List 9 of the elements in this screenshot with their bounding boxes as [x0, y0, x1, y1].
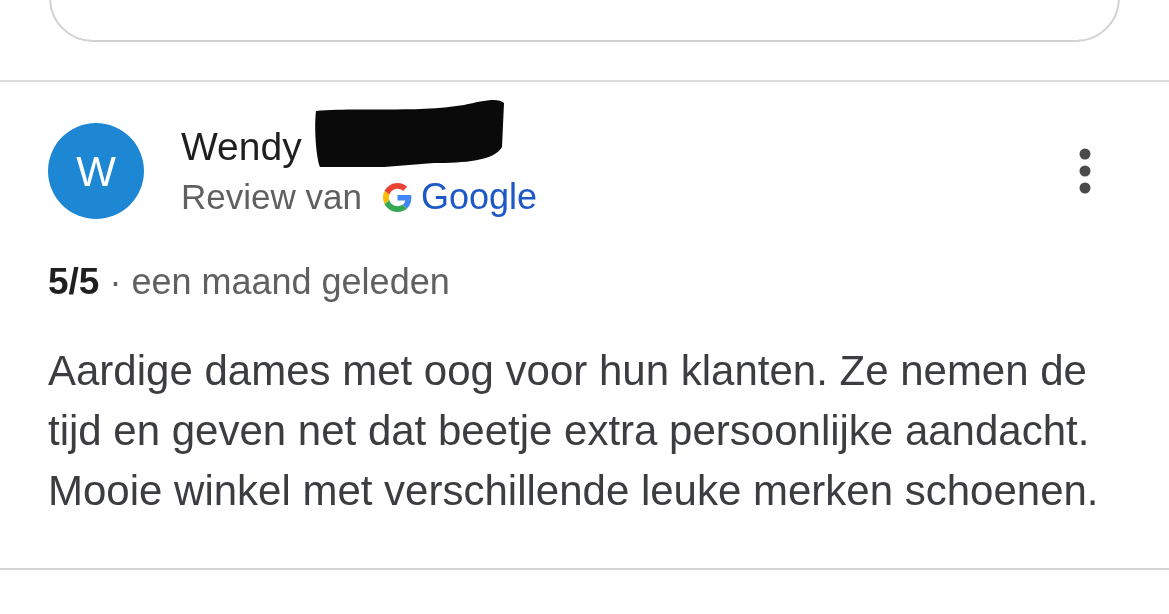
review-date: · een maand geleden — [109, 261, 450, 303]
google-logo-icon — [382, 182, 412, 212]
author-name: Wendy — [181, 124, 302, 170]
source-link[interactable]: Google — [420, 176, 537, 218]
review-text: Aardige dames met oog voor hun klanten. Ze nemen de tijd en geven net dat beetje extra persoonlijke aandacht. Mooie winkel met verschillende leuke merken schoenen. — [48, 346, 1100, 516]
review-source-label: Review van — [181, 176, 362, 218]
rating: 5/5 — [48, 261, 100, 303]
kebab-menu-icon — [1079, 148, 1091, 194]
avatar-initial: W — [48, 123, 144, 219]
